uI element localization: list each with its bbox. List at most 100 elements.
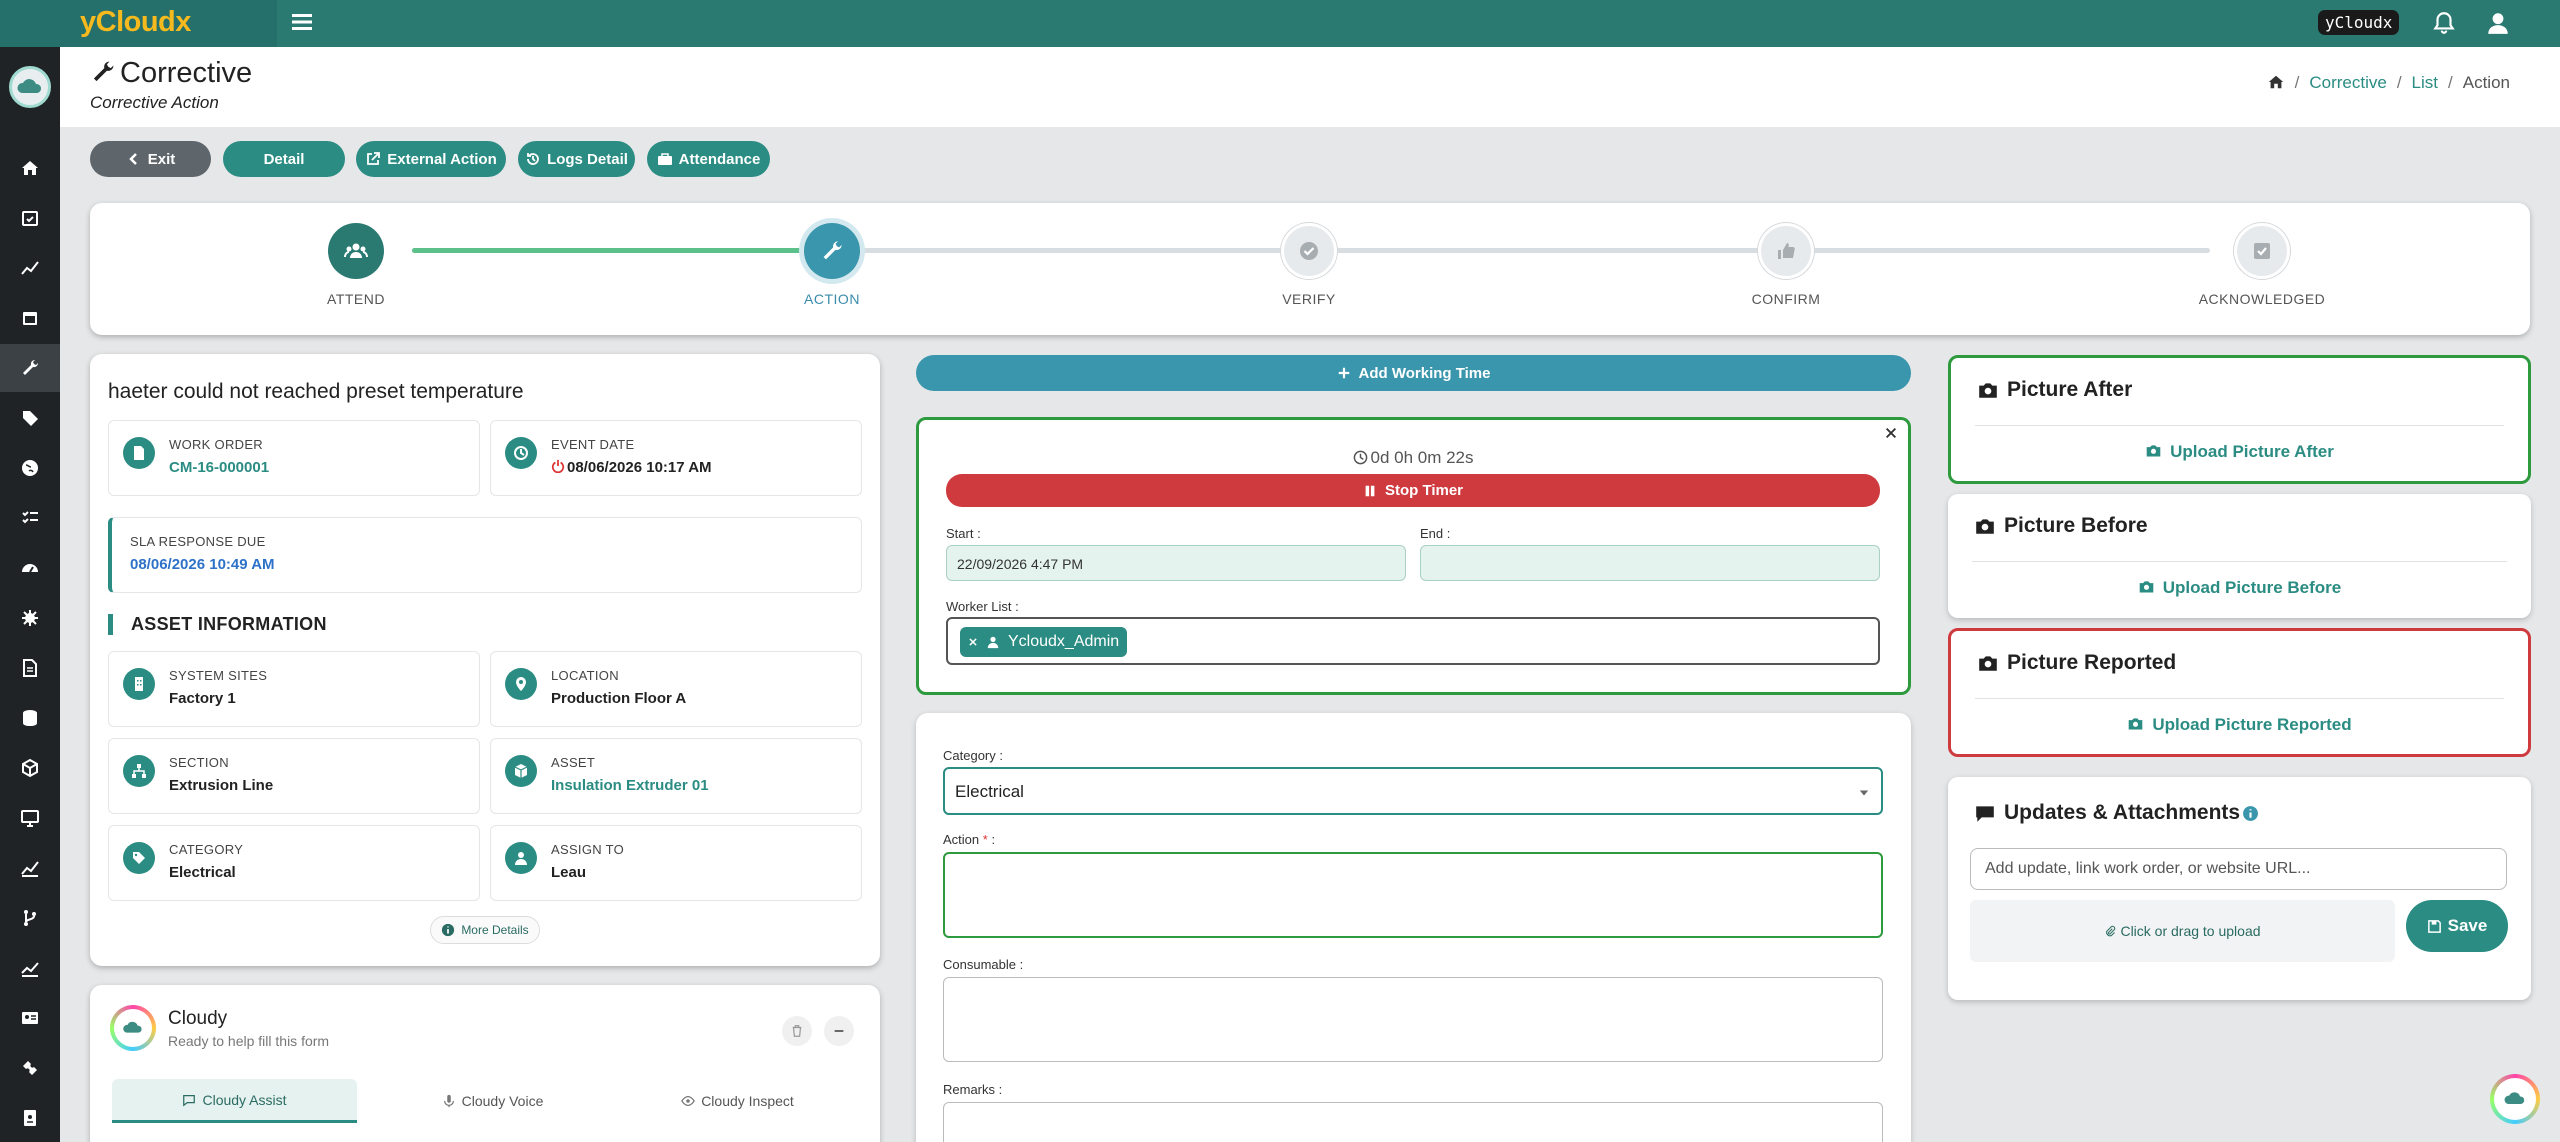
upload-picture-reported-link[interactable]: Upload Picture Reported [1951, 715, 2528, 735]
bell-icon[interactable] [2431, 10, 2457, 36]
briefcase-icon [657, 153, 672, 165]
event-date-box: EVENT DATE 08/06/2026 10:17 AM [490, 420, 862, 496]
worker-list-field[interactable]: Ycloudx_Admin [946, 617, 1880, 665]
location-label: LOCATION [551, 668, 619, 683]
id-card-icon[interactable] [0, 994, 60, 1042]
step-attend[interactable] [328, 223, 384, 279]
step-verify-label: VERIFY [1282, 291, 1336, 307]
camera-icon [2139, 581, 2154, 593]
category-select[interactable]: Electrical [943, 767, 1883, 815]
work-order-link[interactable]: CM-16-000001 [169, 459, 269, 476]
step-acknowledged-label: ACKNOWLEDGED [2198, 291, 2326, 307]
step-action-label: ACTION [804, 291, 860, 307]
wrench-icon [93, 61, 114, 82]
virus-icon[interactable] [0, 594, 60, 642]
breadcrumb: / Corrective / List / Action [2267, 73, 2510, 93]
section-label: SECTION [169, 755, 229, 770]
home-icon[interactable] [2267, 73, 2285, 91]
cube-icon[interactable] [0, 744, 60, 792]
history-icon [527, 153, 539, 165]
attendance-button[interactable]: Attendance [647, 141, 770, 177]
end-input[interactable] [1420, 545, 1880, 581]
camera-icon [2129, 718, 2143, 730]
tab-cloudy-voice[interactable]: Cloudy Voice [370, 1079, 615, 1123]
worker-name: Ycloudx_Admin [1008, 633, 1120, 650]
info-icon [442, 923, 455, 937]
consumable-textarea[interactable] [943, 977, 1883, 1062]
menu-toggle-icon[interactable] [290, 10, 314, 34]
asset-link[interactable]: Insulation Extruder 01 [551, 777, 709, 794]
stepper-progress [412, 248, 832, 253]
database-icon[interactable] [0, 694, 60, 742]
info-icon[interactable] [2242, 805, 2259, 822]
cloudy-tagline: Ready to help fill this form [168, 1033, 330, 1049]
tab-cloudy-assist[interactable]: Cloudy Assist [112, 1079, 357, 1123]
analytics-icon[interactable] [0, 844, 60, 892]
tag-icon[interactable] [0, 394, 60, 442]
category-value: Electrical [169, 864, 236, 881]
tab-cloudy-inspect[interactable]: Cloudy Inspect [615, 1079, 860, 1123]
cloudy-name: Cloudy [168, 1008, 228, 1029]
step-confirm[interactable] [1758, 223, 1814, 279]
upload-picture-after-label: Upload Picture After [2170, 442, 2334, 461]
globe-icon[interactable] [0, 444, 60, 492]
user-icon[interactable] [2485, 10, 2511, 36]
more-details-button[interactable]: More Details [430, 916, 540, 944]
step-action[interactable] [804, 223, 860, 279]
breadcrumb-list[interactable]: List [2412, 73, 2438, 92]
logs-detail-button[interactable]: Logs Detail [518, 141, 635, 177]
exit-button[interactable]: Exit [90, 141, 211, 177]
event-date-value: 08/06/2026 10:17 AM [551, 459, 712, 476]
detail-button[interactable]: Detail [223, 141, 345, 177]
user-tag[interactable]: yCloudx [2318, 10, 2400, 35]
badge-icon[interactable] [0, 1094, 60, 1142]
trend-icon[interactable] [0, 944, 60, 992]
power-icon [551, 459, 565, 474]
building-icon [123, 668, 155, 700]
action-textarea[interactable] [943, 852, 1883, 938]
start-input[interactable]: 22/09/2026 4:47 PM [946, 545, 1406, 581]
upload-dropzone[interactable]: Click or drag to upload [1970, 900, 2395, 962]
attendance-label: Attendance [678, 150, 761, 168]
ticket-icon[interactable] [0, 1044, 60, 1092]
sitemap-icon [123, 755, 155, 787]
step-verify[interactable] [1281, 223, 1337, 279]
add-working-time-button[interactable]: Add Working Time [916, 355, 1911, 391]
sidebar [0, 47, 60, 1142]
branch-icon[interactable] [0, 894, 60, 942]
external-action-button[interactable]: External Action [356, 141, 506, 177]
step-acknowledged[interactable] [2234, 223, 2290, 279]
document-icon[interactable] [0, 644, 60, 692]
home-icon[interactable] [0, 144, 60, 192]
camera-icon [2146, 445, 2161, 457]
issue-title: haeter could not reached preset temperat… [108, 380, 524, 403]
stop-timer-button[interactable]: Stop Timer [946, 474, 1880, 507]
close-icon[interactable] [1881, 424, 1901, 444]
gauge-icon[interactable] [0, 544, 60, 592]
upload-picture-before-link[interactable]: Upload Picture Before [1948, 578, 2531, 598]
calendar-icon[interactable] [0, 294, 60, 342]
chevron-left-icon [128, 153, 137, 165]
divider [1972, 561, 2507, 562]
remove-icon[interactable] [968, 637, 978, 647]
save-button[interactable]: Save [2406, 900, 2508, 952]
chart-line-icon[interactable] [0, 244, 60, 292]
action-label-text: Action [943, 832, 980, 847]
trash-icon[interactable] [782, 1016, 812, 1046]
wrench-icon[interactable] [0, 344, 60, 392]
monitor-icon[interactable] [0, 794, 60, 842]
minimize-icon[interactable] [824, 1016, 854, 1046]
update-input[interactable]: Add update, link work order, or website … [1970, 848, 2507, 890]
brand-logo[interactable]: yCloudx [0, 0, 277, 47]
calendar-check-icon[interactable] [0, 194, 60, 242]
action-colon: : [987, 832, 996, 847]
page-title: Corrective [90, 57, 252, 90]
checklist-icon[interactable] [0, 494, 60, 542]
upload-picture-after-link[interactable]: Upload Picture After [1951, 442, 2528, 462]
picture-before-title: Picture Before [1974, 514, 2148, 538]
event-date-label: EVENT DATE [551, 437, 635, 452]
remarks-textarea[interactable] [943, 1102, 1883, 1142]
cloudy-fab[interactable] [2490, 1074, 2540, 1124]
breadcrumb-corrective[interactable]: Corrective [2309, 73, 2386, 92]
cloud-logo-icon[interactable] [9, 66, 51, 108]
